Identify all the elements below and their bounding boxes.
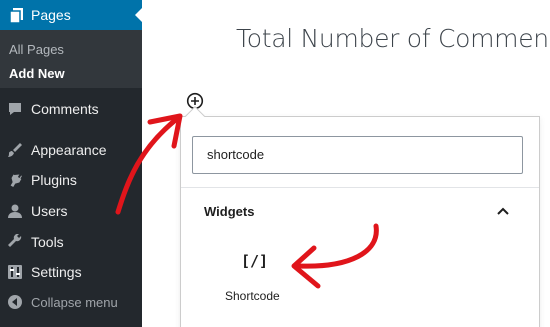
panel-divider (181, 187, 539, 188)
settings-icon (7, 264, 23, 280)
shortcode-block-label[interactable]: Shortcode (225, 289, 280, 303)
sidebar-item-label: Plugins (31, 172, 77, 188)
sidebar-item-label: Comments (31, 101, 99, 117)
sidebar-item-tools[interactable]: Tools (0, 227, 142, 257)
admin-sidebar: Pages All Pages Add New Comments Appeara… (0, 0, 142, 327)
plugins-icon (7, 172, 23, 188)
chevron-up-icon[interactable] (495, 204, 511, 220)
comments-icon (7, 101, 23, 117)
sidebar-item-label: Pages (31, 7, 71, 23)
sidebar-item-settings[interactable]: Settings (0, 257, 142, 287)
appearance-icon (7, 142, 23, 158)
submenu-all-pages[interactable]: All Pages (9, 42, 64, 57)
pages-submenu: All Pages Add New (0, 30, 142, 88)
collapse-menu-label: Collapse menu (31, 295, 118, 310)
block-search-input[interactable]: shortcode (192, 136, 523, 174)
shortcode-block-icon[interactable]: [/] (241, 252, 268, 270)
current-menu-notch (135, 8, 142, 22)
sidebar-item-users[interactable]: Users (0, 196, 142, 226)
sidebar-item-plugins[interactable]: Plugins (0, 165, 142, 195)
page-title[interactable]: Total Number of Comments (236, 24, 550, 53)
sidebar-item-comments[interactable]: Comments (0, 94, 142, 124)
sidebar-item-label: Settings (31, 264, 82, 280)
tools-icon (7, 233, 23, 250)
pages-icon (9, 8, 24, 26)
sidebar-item-label: Appearance (31, 142, 107, 158)
sidebar-item-pages[interactable]: Pages (0, 0, 142, 30)
arrow-to-inserter-head (147, 113, 183, 149)
sidebar-item-appearance[interactable]: Appearance (0, 135, 142, 165)
block-inserter-popover: shortcode Widgets [/] Shortcode (180, 106, 540, 327)
sidebar-item-label: Users (31, 203, 68, 219)
widgets-panel-title[interactable]: Widgets (204, 204, 254, 219)
collapse-menu-button[interactable]: Collapse menu (0, 287, 142, 317)
users-icon (7, 203, 23, 219)
sidebar-item-label: Tools (31, 234, 64, 250)
submenu-add-new[interactable]: Add New (9, 66, 65, 81)
collapse-icon (7, 294, 23, 310)
